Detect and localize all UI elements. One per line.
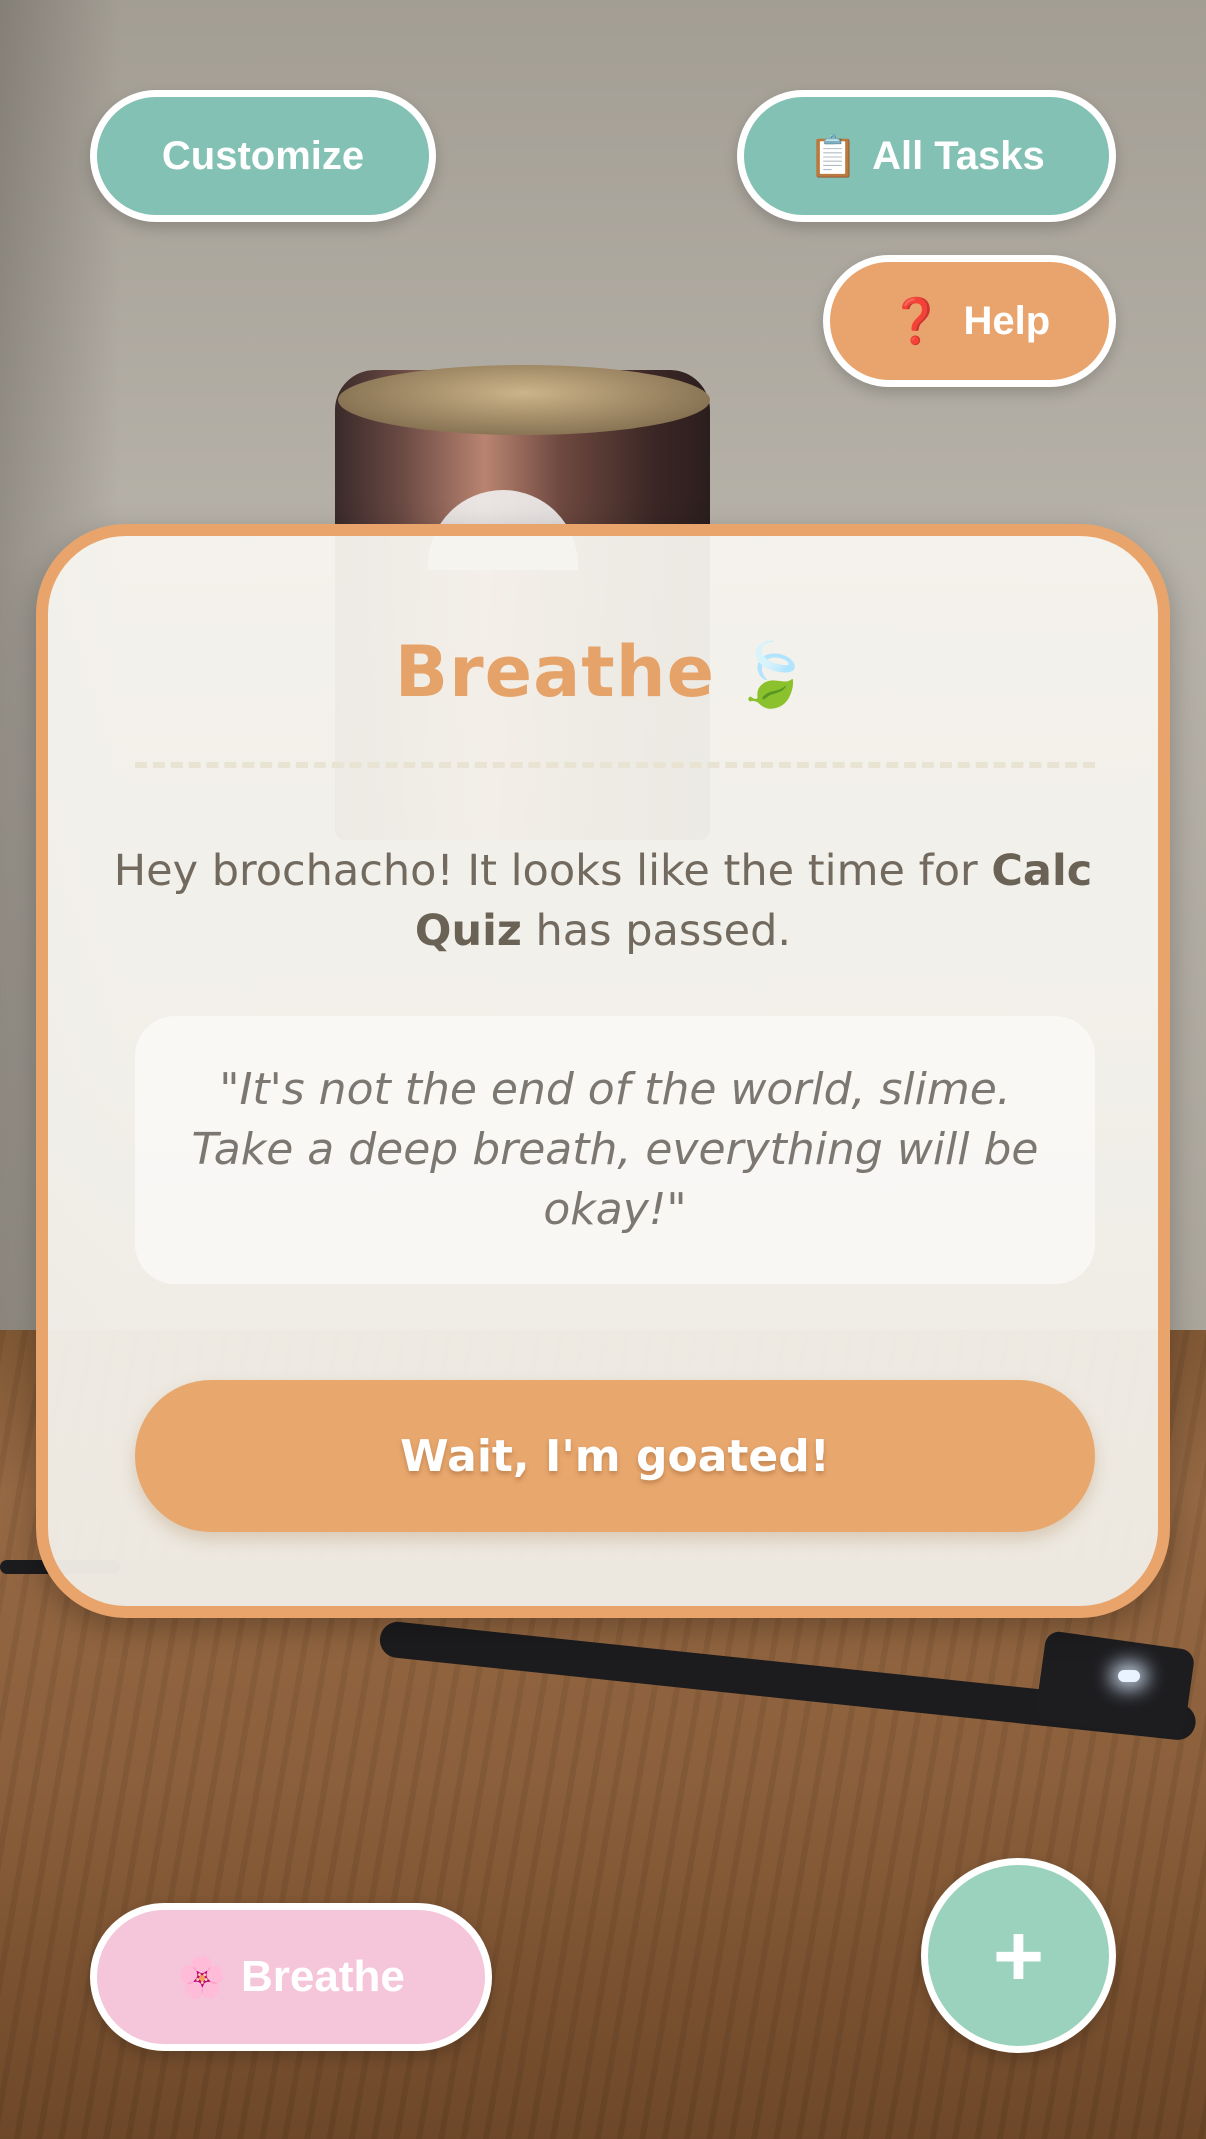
question-mark-icon: ❓ [888,297,944,346]
help-button-label: Help [963,298,1051,343]
clipboard-icon: 📋 [808,134,859,179]
leaf-icon: 🍃 [733,638,812,711]
camera-view: Customize 📋 All Tasks ❓ Help Breathe 🍃 He… [0,0,1206,2139]
add-task-button[interactable]: + [921,1858,1116,2053]
all-tasks-button[interactable]: 📋 All Tasks [737,90,1116,222]
goated-button[interactable]: Wait, I'm goated! [135,1380,1095,1532]
background-can-lid [338,365,710,435]
customize-button[interactable]: Customize [90,90,436,222]
quote-box: "It's not the end of the world, slime. T… [135,1016,1095,1284]
dashed-divider [135,762,1095,768]
quote-text: "It's not the end of the world, slime. T… [191,1064,1039,1235]
background-led [1118,1670,1140,1682]
message-prefix: Hey brochacho! It looks like the time fo… [113,846,992,896]
goated-button-label: Wait, I'm goated! [400,1430,830,1482]
breathe-button-label: Breathe [240,1952,405,2001]
plus-icon: + [992,1905,1045,2005]
dialog-title-text: Breathe [394,631,716,713]
message-suffix: has passed. [521,906,792,956]
customize-button-label: Customize [161,133,365,178]
dialog-title: Breathe 🍃 [48,631,1158,713]
blossom-icon: 🌸 [177,1955,227,2000]
help-button[interactable]: ❓ Help [823,255,1116,387]
breathe-dialog: Breathe 🍃 Hey brochacho! It looks like th… [36,524,1170,1618]
dialog-message: Hey brochacho! It looks like the time fo… [108,841,1098,961]
all-tasks-button-label: All Tasks [872,133,1045,178]
breathe-button[interactable]: 🌸 Breathe [90,1903,492,2051]
